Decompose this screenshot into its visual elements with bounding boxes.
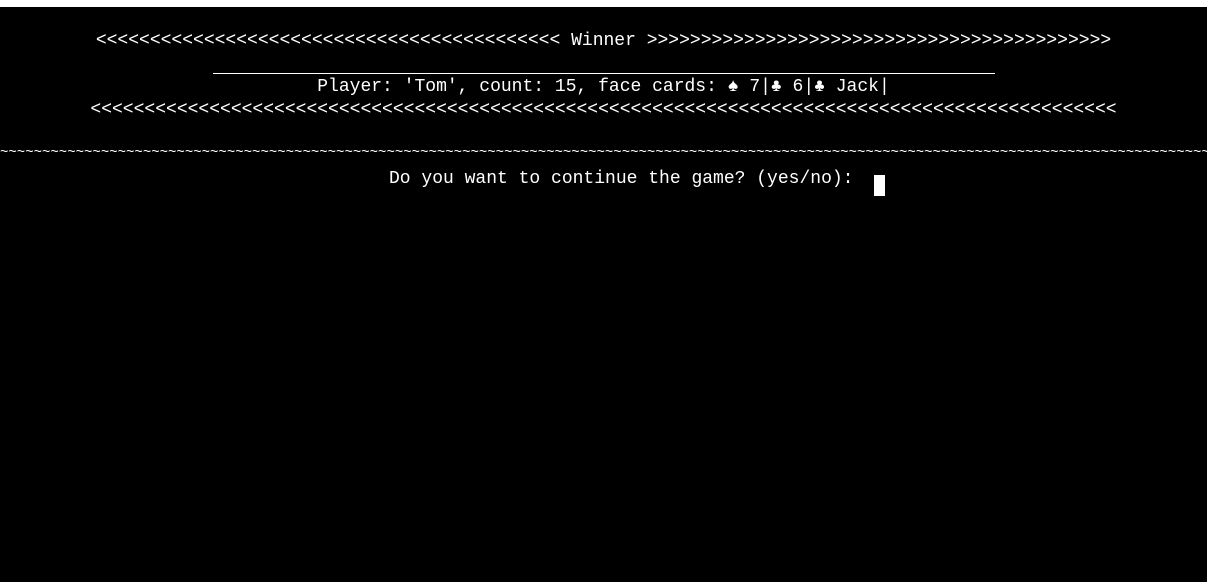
input-cursor[interactable]: [874, 175, 885, 196]
divider-rule: [213, 73, 995, 74]
winner-banner: <<<<<<<<<<<<<<<<<<<<<<<<<<<<<<<<<<<<<<<<…: [95, 31, 1112, 51]
player-summary: Player: 'Tom', count: 15, face cards: ♠ …: [317, 77, 890, 97]
banner-footer: <<<<<<<<<<<<<<<<<<<<<<<<<<<<<<<<<<<<<<<<…: [90, 100, 1117, 120]
continue-prompt: Do you want to continue the game? (yes/n…: [389, 169, 865, 189]
tilde-separator: ~~~~~~~~~~~~~~~~~~~~~~~~~~~~~~~~~~~~~~~~…: [0, 146, 1207, 160]
terminal-window[interactable]: <<<<<<<<<<<<<<<<<<<<<<<<<<<<<<<<<<<<<<<<…: [0, 7, 1207, 582]
